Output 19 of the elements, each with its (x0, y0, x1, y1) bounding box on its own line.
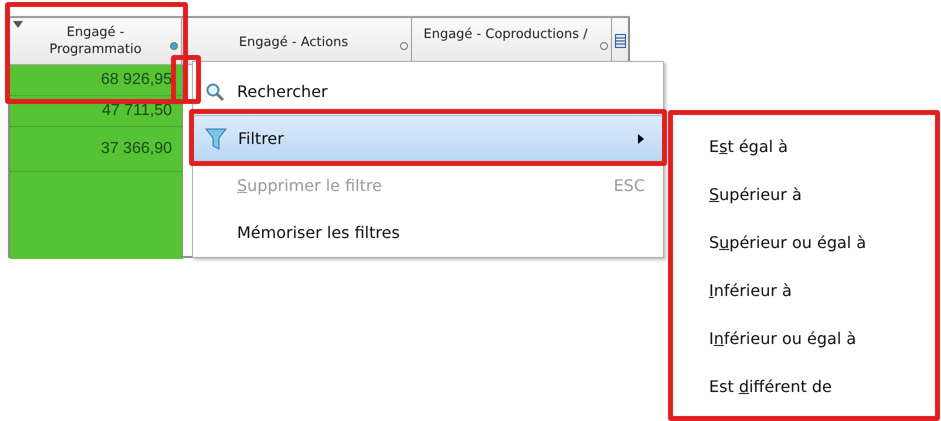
menu-item[interactable]: Est égal à (673, 123, 936, 171)
funnel-icon (205, 126, 227, 150)
table-cell: 68 926,95 (10, 65, 182, 96)
menu-item[interactable]: Mémoriser les filtres (193, 209, 663, 256)
search-icon (205, 82, 225, 102)
search-icon[interactable] (169, 42, 179, 52)
menu-item[interactable]: Supérieur à (673, 171, 936, 219)
table-cell: 37 366,90 (10, 127, 182, 172)
column-chooser-icon[interactable] (614, 34, 626, 48)
menu-item[interactable]: Inférieur à (673, 267, 936, 315)
shortcut-label: ESC (614, 176, 645, 195)
menu-item[interactable]: Est différent de (673, 363, 936, 411)
search-icon[interactable] (399, 42, 409, 52)
menu-item[interactable]: Filtrer (193, 115, 663, 162)
menu-item[interactable]: Supérieur ou égal à (673, 219, 936, 267)
search-icon[interactable] (599, 42, 609, 52)
table-cell: 47 711,50 (10, 96, 182, 127)
column-header[interactable]: Engagé - Programmatio (10, 18, 182, 64)
menu-item[interactable]: Inférieur ou égal à (673, 315, 936, 363)
